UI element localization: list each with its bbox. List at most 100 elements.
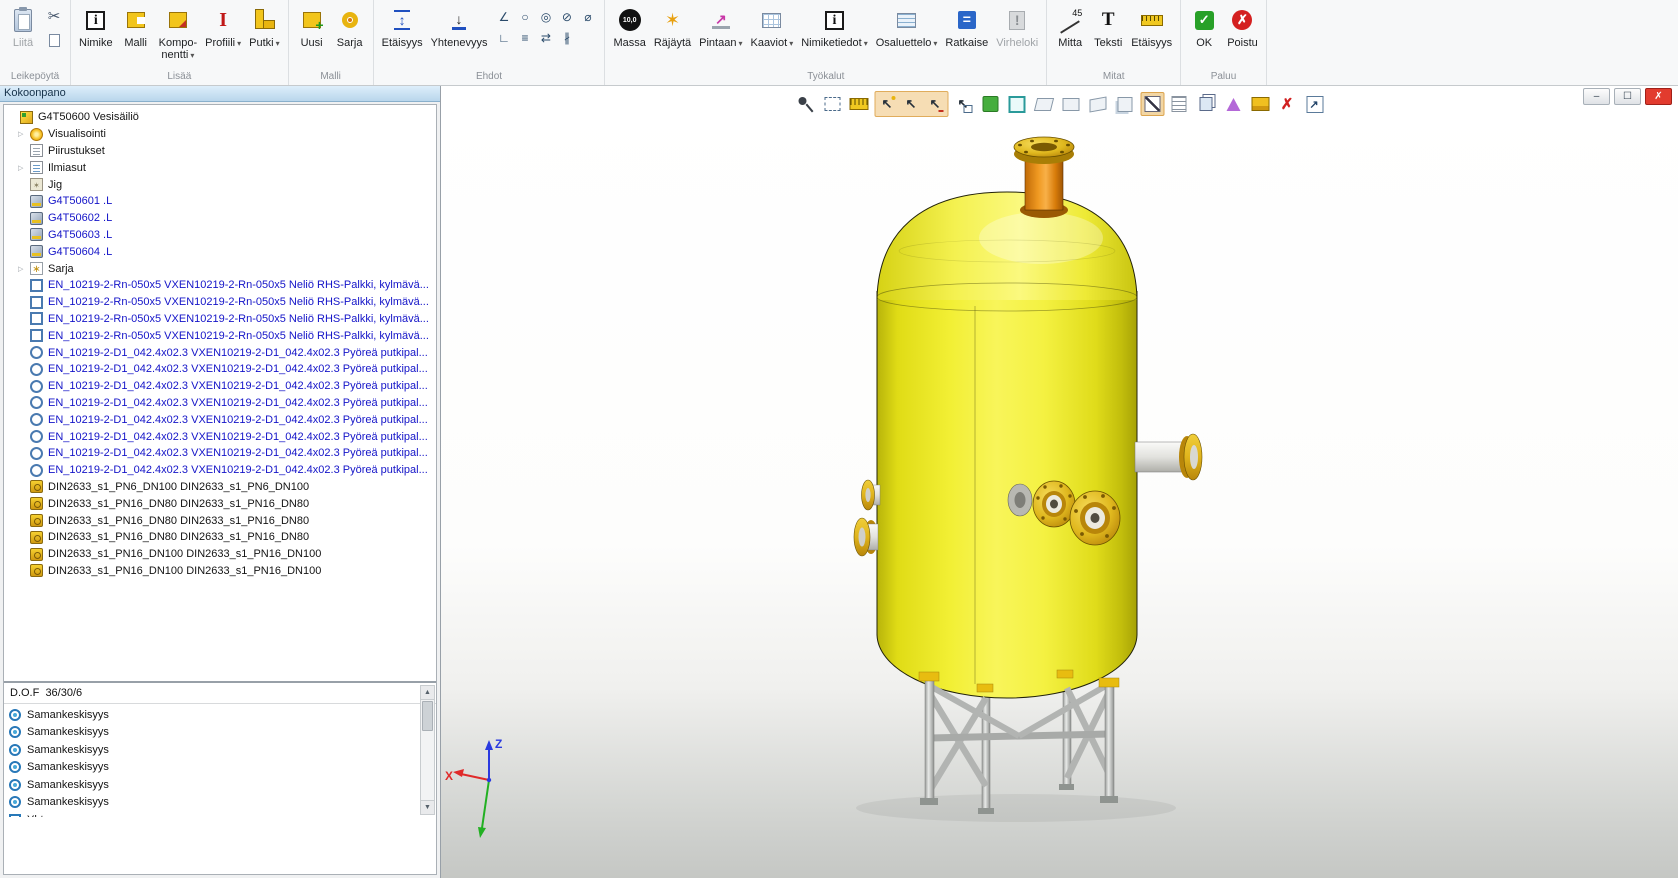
tree-item[interactable]: ▷ Visualisointi xyxy=(4,126,436,143)
select-frame-icon[interactable] xyxy=(820,92,844,116)
archive-icon[interactable] xyxy=(1248,92,1272,116)
notes-icon[interactable] xyxy=(1167,92,1191,116)
tree-item[interactable]: DIN2633_s1_PN16_DN80 DIN2633_s1_PN16_DN8… xyxy=(4,495,436,512)
left-nozzles[interactable] xyxy=(854,480,880,556)
tree-item[interactable]: G4T50600 Vesisäiliö xyxy=(4,109,436,126)
rajayta-button[interactable]: Räjäytä xyxy=(650,2,695,49)
mitta-button[interactable]: 45 Mitta xyxy=(1051,2,1089,49)
swap-constraint-icon[interactable]: ⇄ xyxy=(535,27,556,48)
right-nozzle[interactable] xyxy=(1135,434,1202,480)
tree-item[interactable]: DIN2633_s1_PN16_DN100 DIN2633_s1_PN16_DN… xyxy=(4,563,436,580)
panel-title[interactable]: Kokoonpano xyxy=(0,86,440,102)
tree-item[interactable]: EN_10219-2-D1_042.4x02.3 VXEN10219-2-D1_… xyxy=(4,411,436,428)
virheloki-button[interactable]: Virheloki xyxy=(992,2,1042,49)
scroll-up-button[interactable]: ▲ xyxy=(421,686,434,700)
tree-item[interactable]: EN_10219-2-D1_042.4x02.3 VXEN10219-2-D1_… xyxy=(4,445,436,462)
not-parallel-constraint-icon[interactable]: ∦ xyxy=(556,27,577,48)
ok-button[interactable]: OK xyxy=(1185,2,1223,49)
maximize-button[interactable]: ☐ xyxy=(1614,88,1641,105)
tree-item[interactable]: DIN2633_s1_PN16_DN100 DIN2633_s1_PN16_DN… xyxy=(4,546,436,563)
tree-item[interactable]: ▷ Ilmiasut xyxy=(4,159,436,176)
tank-model[interactable] xyxy=(877,192,1137,698)
tree-item[interactable]: Piirustukset xyxy=(4,143,436,160)
face-view-2-icon[interactable] xyxy=(1059,92,1083,116)
tree-item[interactable]: EN_10219-2-D1_042.4x02.3 VXEN10219-2-D1_… xyxy=(4,378,436,395)
constraint-item[interactable]: Samankeskisyys xyxy=(4,741,436,759)
exclude-constraint-icon[interactable]: ⊘ xyxy=(556,6,577,27)
pick-part-icon[interactable] xyxy=(951,92,975,116)
profiili-button[interactable]: Profiili xyxy=(201,2,245,50)
3d-scene[interactable]: Z X xyxy=(441,86,1678,878)
shaded-view-icon[interactable] xyxy=(978,92,1002,116)
3d-viewport[interactable]: Z X – ☐ ✗ xyxy=(441,86,1678,878)
circle-constraint-icon[interactable]: ○ xyxy=(514,6,535,27)
face-view-3-icon[interactable] xyxy=(1086,92,1110,116)
scroll-thumb[interactable] xyxy=(422,701,433,731)
constraint-item[interactable]: Samankeskisyys xyxy=(4,759,436,777)
constraint-item[interactable]: Samankeskisyys xyxy=(4,706,436,724)
paste-button[interactable]: Liitä xyxy=(4,2,42,49)
pin-icon[interactable] xyxy=(793,92,817,116)
snap-point-icon[interactable] xyxy=(875,92,899,116)
perpendicular-constraint-icon[interactable]: ∟ xyxy=(493,27,514,48)
tree-item[interactable]: EN_10219-2-Rn-050x5 VXEN10219-2-Rn-050x5… xyxy=(4,277,436,294)
tree-item[interactable]: ▷ Sarja xyxy=(4,260,436,277)
pintaan-button[interactable]: Pintaan xyxy=(695,2,746,50)
constraint-item[interactable]: Samankeskisyys xyxy=(4,776,436,794)
render-cone-icon[interactable] xyxy=(1221,92,1245,116)
tree-item[interactable]: EN_10219-2-D1_042.4x02.3 VXEN10219-2-D1_… xyxy=(4,395,436,412)
komponentti-button[interactable]: Kompo- nentti xyxy=(155,2,202,62)
malli-button[interactable]: Malli xyxy=(117,2,155,49)
diameter-constraint-icon[interactable]: ⌀ xyxy=(577,6,598,27)
new-window-icon[interactable] xyxy=(1302,92,1326,116)
putki-button[interactable]: Putki xyxy=(245,2,283,50)
constraint-item[interactable]: Samankeskisyys xyxy=(4,724,436,742)
constraint-item[interactable]: Samankeskisyys xyxy=(4,794,436,812)
tree-item[interactable]: EN_10219-2-Rn-050x5 VXEN10219-2-Rn-050x5… xyxy=(4,311,436,328)
constraint-item[interactable]: Yhtenevyys xyxy=(4,811,436,817)
expand-arrow-icon[interactable]: ▷ xyxy=(18,265,29,273)
ratkaise-button[interactable]: Ratkaise xyxy=(941,2,992,49)
tree-item[interactable]: EN_10219-2-Rn-050x5 VXEN10219-2-Rn-050x5… xyxy=(4,294,436,311)
delete-icon[interactable] xyxy=(1275,92,1299,116)
tree-item[interactable]: G4T50601 .L xyxy=(4,193,436,210)
snap-free-icon[interactable] xyxy=(899,92,923,116)
tree-item[interactable]: Jig xyxy=(4,176,436,193)
angle-constraint-icon[interactable]: ∠ xyxy=(493,6,514,27)
tree-item[interactable]: G4T50602 .L xyxy=(4,210,436,227)
tree-item[interactable]: EN_10219-2-D1_042.4x02.3 VXEN10219-2-D1_… xyxy=(4,361,436,378)
parallel-constraint-icon[interactable]: ≡ xyxy=(514,27,535,48)
expand-arrow-icon[interactable]: ▷ xyxy=(18,164,29,172)
copy-view-icon[interactable] xyxy=(1194,92,1218,116)
iso-view-icon[interactable] xyxy=(1113,92,1137,116)
poistu-button[interactable]: Poistu xyxy=(1223,2,1262,49)
minimize-button[interactable]: – xyxy=(1583,88,1610,105)
teksti-button[interactable]: Teksti xyxy=(1089,2,1127,49)
close-button[interactable]: ✗ xyxy=(1645,88,1672,105)
tree-item[interactable]: G4T50603 .L xyxy=(4,227,436,244)
tree-item[interactable]: DIN2633_s1_PN16_DN80 DIN2633_s1_PN16_DN8… xyxy=(4,512,436,529)
tree-item[interactable]: EN_10219-2-D1_042.4x02.3 VXEN10219-2-D1_… xyxy=(4,462,436,479)
copy-button[interactable] xyxy=(44,30,64,50)
snap-angle-icon[interactable] xyxy=(923,92,947,116)
osaluettelo-button[interactable]: Osaluettelo xyxy=(872,2,942,50)
concentric-constraint-icon[interactable]: ◎ xyxy=(535,6,556,27)
measure-icon[interactable] xyxy=(847,92,871,116)
face-view-1-icon[interactable] xyxy=(1032,92,1056,116)
expand-arrow-icon[interactable]: ▷ xyxy=(18,130,29,138)
dof-scrollbar[interactable]: ▲ ▼ xyxy=(420,685,435,815)
nimiketiedot-button[interactable]: Nimiketiedot xyxy=(797,2,872,50)
tree-item[interactable]: G4T50604 .L xyxy=(4,243,436,260)
kaaviot-button[interactable]: Kaaviot xyxy=(746,2,797,50)
wireframe-view-icon[interactable] xyxy=(1005,92,1029,116)
nimike-button[interactable]: Nimike xyxy=(75,2,117,49)
tree-item[interactable]: DIN2633_s1_PN6_DN100 DIN2633_s1_PN6_DN10… xyxy=(4,479,436,496)
normal-view-icon[interactable] xyxy=(1140,92,1164,116)
tree-item[interactable]: EN_10219-2-Rn-050x5 VXEN10219-2-Rn-050x5… xyxy=(4,327,436,344)
tree-item[interactable]: EN_10219-2-D1_042.4x02.3 VXEN10219-2-D1_… xyxy=(4,428,436,445)
yhtenevyys-button[interactable]: Yhtenevyys xyxy=(427,2,492,49)
uusi-button[interactable]: Uusi xyxy=(293,2,331,49)
massa-button[interactable]: 10,0 Massa xyxy=(609,2,649,49)
etaisyys-constraint-button[interactable]: Etäisyys xyxy=(378,2,427,49)
tree-item[interactable]: EN_10219-2-D1_042.4x02.3 VXEN10219-2-D1_… xyxy=(4,344,436,361)
